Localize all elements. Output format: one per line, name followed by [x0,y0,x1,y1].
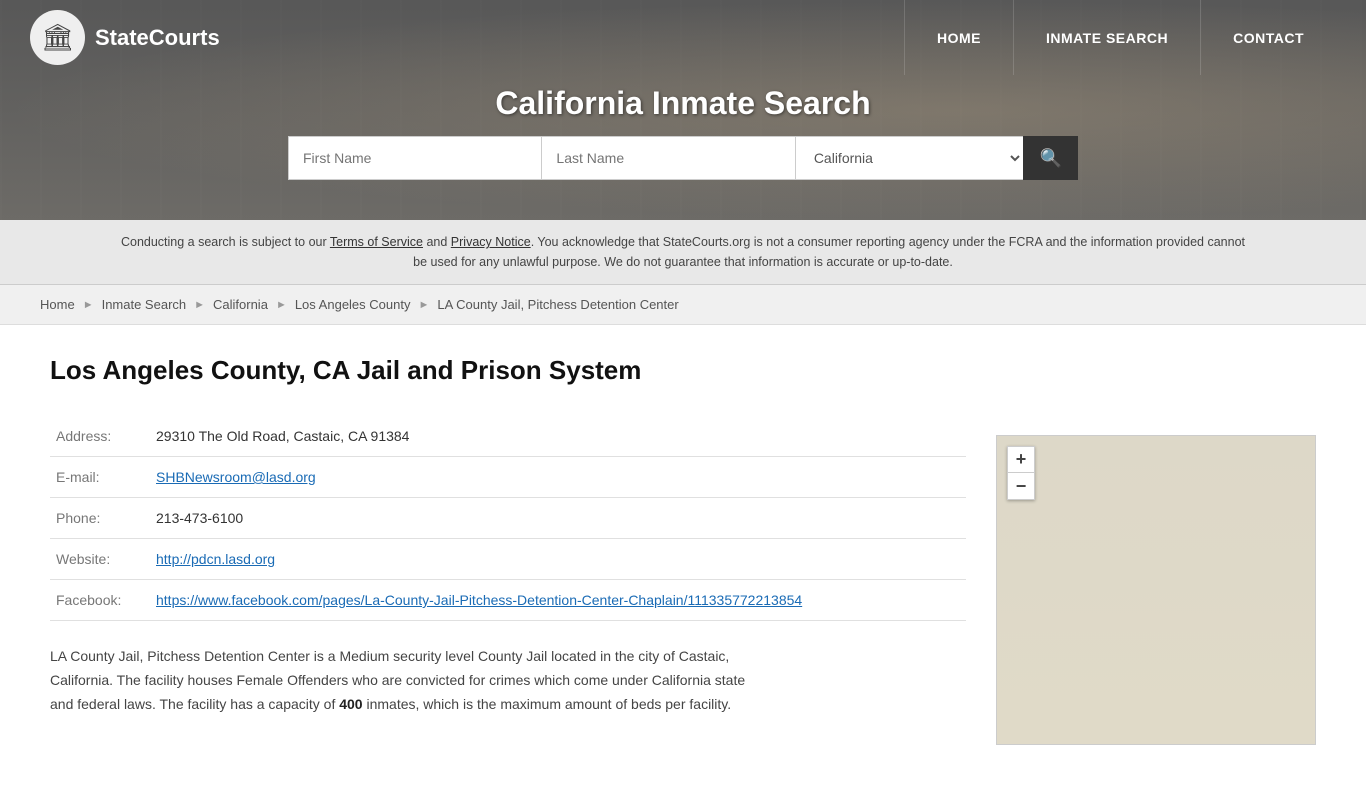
website-label: Website: [50,539,150,580]
site-name: StateCourts [95,25,220,51]
website-row: Website: http://pdcn.lasd.org [50,539,966,580]
facebook-link[interactable]: https://www.facebook.com/pages/La-County… [156,592,802,608]
last-name-input[interactable] [541,136,794,180]
disclaimer-bar: Conducting a search is subject to our Te… [0,220,1366,285]
header-section: 🏛 StateCourts HOME INMATE SEARCH CONTACT… [0,0,1366,220]
email-value: SHBNewsroom@lasd.org [150,457,966,498]
phone-value: 213-473-6100 [150,498,966,539]
nav-inmate-search[interactable]: INMATE SEARCH [1013,0,1200,75]
facebook-row: Facebook: https://www.facebook.com/pages… [50,580,966,621]
logo-icon: 🏛 [30,10,85,65]
facility-info-table: Address: 29310 The Old Road, Castaic, CA… [50,416,966,621]
page-main-title: California Inmate Search [495,85,870,122]
breadcrumb-sep-4: ► [418,299,429,311]
content-left: Los Angeles County, CA Jail and Prison S… [50,355,966,745]
breadcrumb-inmate-search[interactable]: Inmate Search [102,297,187,312]
map-zoom-out[interactable]: − [1008,473,1034,499]
map-background [997,436,1315,744]
website-link[interactable]: http://pdcn.lasd.org [156,551,275,567]
breadcrumb-current: LA County Jail, Pitchess Detention Cente… [437,297,678,312]
address-value: 29310 The Old Road, Castaic, CA 91384 [150,416,966,457]
website-value: http://pdcn.lasd.org [150,539,966,580]
disclaimer-and: and [423,235,451,249]
search-icon: 🔍 [1039,148,1061,169]
navigation-bar: 🏛 StateCourts HOME INMATE SEARCH CONTACT [0,0,1366,75]
address-row: Address: 29310 The Old Road, Castaic, CA… [50,416,966,457]
facebook-value: https://www.facebook.com/pages/La-County… [150,580,966,621]
email-row: E-mail: SHBNewsroom@lasd.org [50,457,966,498]
search-bar: Select State Alabama Alaska Arizona Arka… [288,136,1078,180]
privacy-notice-link[interactable]: Privacy Notice [451,235,531,249]
breadcrumb-sep-3: ► [276,299,287,311]
map-container: + − 173 [996,435,1316,745]
search-button[interactable]: 🔍 [1023,136,1078,180]
breadcrumb-sep-1: ► [83,299,94,311]
nav-contact[interactable]: CONTACT [1200,0,1336,75]
email-link[interactable]: SHBNewsroom@lasd.org [156,469,316,485]
breadcrumb-county[interactable]: Los Angeles County [295,297,411,312]
capacity-value: 400 [339,696,362,712]
disclaimer-text-before: Conducting a search is subject to our [121,235,330,249]
nav-home[interactable]: HOME [904,0,1013,75]
facility-heading: Los Angeles County, CA Jail and Prison S… [50,355,966,386]
header-content: California Inmate Search Select State Al… [0,85,1366,180]
main-content: Los Angeles County, CA Jail and Prison S… [0,325,1366,785]
description-end: inmates, which is the maximum amount of … [363,696,732,712]
nav-links: HOME INMATE SEARCH CONTACT [904,0,1336,75]
state-select[interactable]: Select State Alabama Alaska Arizona Arka… [795,136,1024,180]
address-label: Address: [50,416,150,457]
email-label: E-mail: [50,457,150,498]
first-name-input[interactable] [288,136,541,180]
breadcrumb-sep-2: ► [194,299,205,311]
breadcrumb: Home ► Inmate Search ► California ► Los … [0,285,1366,325]
terms-of-service-link[interactable]: Terms of Service [330,235,423,249]
breadcrumb-home[interactable]: Home [40,297,75,312]
facebook-label: Facebook: [50,580,150,621]
phone-label: Phone: [50,498,150,539]
map-controls: + − [1007,446,1035,500]
breadcrumb-state[interactable]: California [213,297,268,312]
map-zoom-in[interactable]: + [1008,447,1034,473]
disclaimer-text-after: . You acknowledge that StateCourts.org i… [413,235,1245,269]
facility-description: LA County Jail, Pitchess Detention Cente… [50,645,750,716]
phone-row: Phone: 213-473-6100 [50,498,966,539]
site-logo[interactable]: 🏛 StateCourts [30,10,220,65]
